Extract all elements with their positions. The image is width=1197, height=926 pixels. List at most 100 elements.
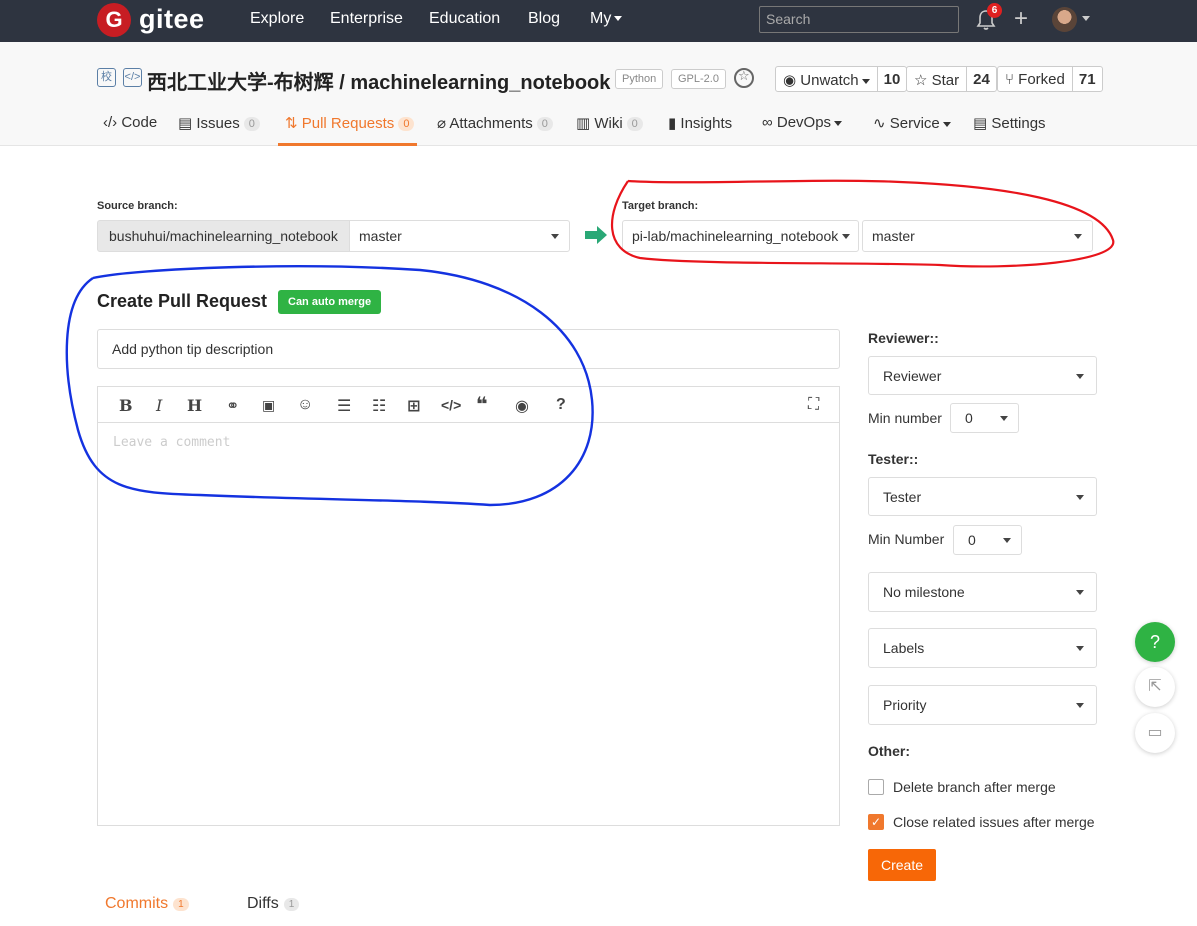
numbered-list-icon[interactable]: ☷ (372, 396, 386, 416)
reviewer-min-value: 0 (965, 410, 973, 426)
tab-pull-requests[interactable]: ⇅ Pull Requests 0 (285, 114, 415, 132)
share-icon[interactable]: ⇱ (1135, 667, 1175, 707)
chevron-down-icon (1076, 703, 1084, 708)
close-issues-checkbox[interactable]: ✓ (868, 814, 884, 830)
target-branch-label: Target branch: (622, 200, 699, 212)
tester-value: Tester (883, 489, 922, 505)
tab-settings-label: Settings (991, 115, 1046, 132)
fork-count: 71 (1078, 71, 1096, 88)
tab-code-label: Code (121, 114, 158, 131)
tab-insights[interactable]: ▮ Insights (668, 114, 732, 132)
delete-branch-label[interactable]: Delete branch after merge (893, 779, 1056, 795)
recommended-icon (734, 68, 754, 88)
emoji-icon[interactable]: ☺ (297, 396, 313, 414)
other-label: Other: (868, 743, 910, 759)
source-branch-label: Source branch: (97, 200, 178, 212)
reviewer-value: Reviewer (883, 368, 942, 384)
code-repo-icon: </> (123, 68, 142, 87)
page-title: Create Pull Request (97, 291, 268, 311)
tab-commits[interactable]: Commits 1 (105, 895, 189, 913)
chevron-down-icon (942, 121, 951, 127)
bold-icon[interactable]: B (119, 396, 133, 415)
tab-service[interactable]: ∿ Service (873, 114, 951, 132)
repo-title[interactable]: 西北工业大学-布树辉 / machinelearning_notebook (147, 66, 610, 95)
source-repo: bushuhui/machinelearning_notebook (97, 220, 350, 252)
tester-min-select[interactable]: 0 (953, 525, 1022, 555)
italic-icon[interactable]: I (156, 396, 162, 415)
labels-value: Labels (883, 640, 925, 656)
fullscreen-icon[interactable]: ⛶ (808, 396, 819, 414)
help-button[interactable]: ? (1135, 622, 1175, 662)
heading-icon[interactable]: H (187, 396, 202, 415)
bullet-list-icon[interactable]: ☰ (337, 396, 351, 416)
milestone-value: No milestone (883, 584, 965, 600)
preview-icon[interactable]: ◉ (515, 396, 529, 416)
tab-code[interactable]: ‹/› Code (103, 114, 157, 131)
nav-blog[interactable]: Blog (528, 10, 560, 28)
star-button[interactable]: ☆ Star 24 (906, 66, 997, 92)
create-button[interactable]: Create (868, 849, 936, 881)
close-issues-label[interactable]: Close related issues after merge (893, 814, 1095, 830)
quote-icon[interactable]: ❝ (476, 392, 488, 417)
nav-my[interactable]: My (590, 10, 623, 28)
table-icon[interactable]: ⊞ (407, 396, 420, 416)
fork-icon: ⑂ (1005, 71, 1019, 88)
tester-label: Tester:: (868, 451, 919, 467)
avatar[interactable] (1052, 7, 1077, 32)
code-icon[interactable]: </> (441, 397, 461, 413)
reviewer-min-select[interactable]: 0 (950, 403, 1019, 433)
tab-devops-label: DevOps (776, 114, 832, 131)
language-tag[interactable]: Python (615, 69, 664, 89)
chevron-down-icon (842, 234, 850, 239)
tab-devops[interactable]: ∞ DevOps (762, 114, 843, 131)
priority-select[interactable]: Priority (868, 685, 1097, 725)
image-icon[interactable]: ▣ (262, 397, 275, 414)
target-branch-select[interactable]: master (862, 220, 1093, 252)
chevron-down-icon (1076, 495, 1084, 500)
chevron-down-icon (1074, 234, 1082, 239)
chevron-down-icon (1003, 538, 1011, 543)
fork-button[interactable]: ⑂ Forked 71 (997, 66, 1103, 92)
comment-placeholder: Leave a comment (113, 435, 231, 450)
status-badge: Can auto merge (278, 290, 382, 314)
watch-button[interactable]: ◉ Unwatch 10 (775, 66, 908, 92)
nav-enterprise[interactable]: Enterprise (330, 10, 403, 28)
tab-count: 0 (536, 117, 553, 131)
eye-icon: ◉ (783, 72, 801, 89)
nav-my-label: My (590, 10, 612, 27)
chat-icon[interactable]: ▭ (1135, 713, 1175, 753)
source-branch-select[interactable]: master (349, 220, 570, 252)
tab-settings[interactable]: ▤ Settings (973, 114, 1046, 132)
chevron-down-icon (1076, 646, 1084, 651)
search-input[interactable]: Search (759, 6, 959, 33)
tester-select[interactable]: Tester (868, 477, 1097, 516)
reviewer-select[interactable]: Reviewer (868, 356, 1097, 395)
settings-icon: ▤ (973, 115, 992, 132)
tab-wiki[interactable]: ▥ Wiki 0 (576, 114, 643, 132)
pr-title-input[interactable]: Add python tip description (97, 329, 840, 369)
nav-education[interactable]: Education (429, 10, 500, 28)
gitee-logo-text[interactable]: gitee (139, 4, 205, 35)
tab-issues[interactable]: ▤ Issues 0 (178, 114, 260, 132)
school-icon: 校 (97, 68, 116, 87)
labels-select[interactable]: Labels (868, 628, 1097, 668)
milestone-select[interactable]: No milestone (868, 572, 1097, 612)
tab-attachments[interactable]: ⌀ Attachments 0 (437, 114, 553, 132)
license-tag[interactable]: GPL-2.0 (671, 69, 726, 89)
paperclip-icon: ⌀ (437, 115, 450, 132)
target-repo-select[interactable]: pi-lab/machinelearning_notebook (622, 220, 859, 252)
comment-editor[interactable]: B I H ⚭ ▣ ☺ ☰ ☷ ⊞ </> ❝ ◉ ? ⛶ Leave a co… (97, 386, 840, 826)
help-icon[interactable]: ? (556, 396, 566, 414)
delete-branch-checkbox[interactable] (868, 779, 884, 795)
book-icon: ▥ (576, 115, 595, 132)
plus-icon[interactable]: + (1014, 5, 1028, 33)
tab-diffs[interactable]: Diffs 1 (247, 895, 300, 913)
tab-count: 1 (173, 898, 189, 911)
link-icon[interactable]: ⚭ (226, 396, 239, 416)
nav-explore[interactable]: Explore (250, 10, 304, 28)
chevron-down-icon[interactable] (1082, 16, 1090, 21)
gitee-logo-icon[interactable]: G (97, 3, 131, 37)
target-repo-value: pi-lab/machinelearning_notebook (632, 228, 839, 244)
chevron-down-icon (551, 234, 559, 239)
chevron-down-icon (1000, 416, 1008, 421)
